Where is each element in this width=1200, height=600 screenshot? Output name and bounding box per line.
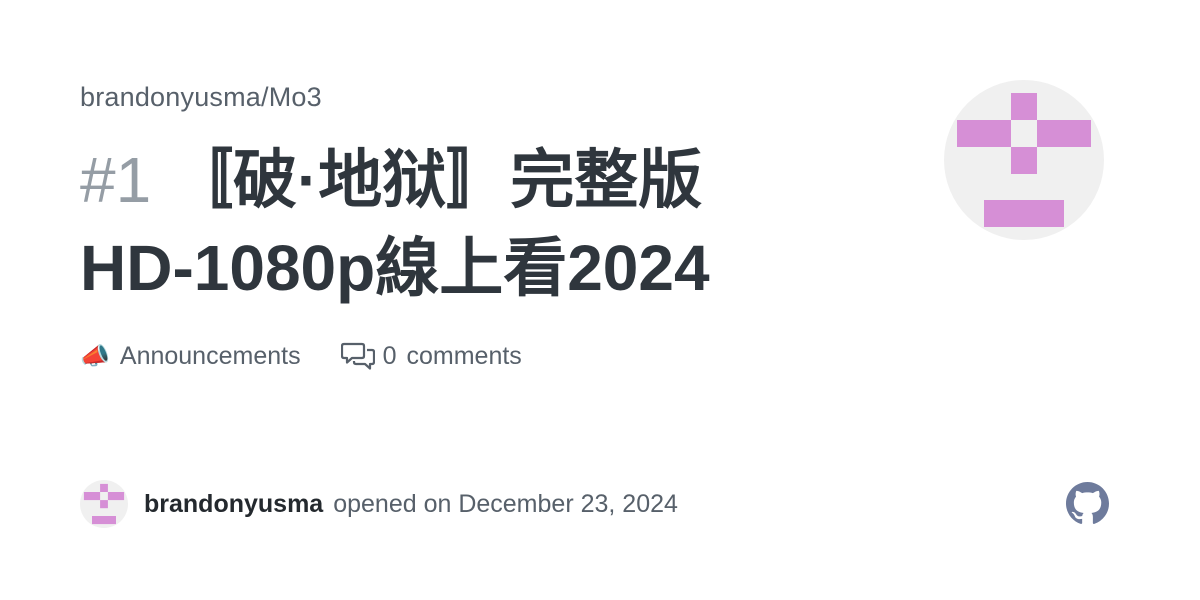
identicon-block (1011, 93, 1037, 120)
comment-discussion-icon (340, 342, 375, 370)
identicon-block (100, 483, 108, 492)
identicon-small (83, 483, 125, 525)
issue-number: #1 (80, 144, 152, 216)
identicon-block (83, 492, 101, 501)
identicon-block (107, 492, 125, 501)
identicon-block (92, 516, 116, 525)
identicon-block (100, 500, 108, 509)
issue-title: 〚破·地狱〛完整版 HD-1080p線上看2024 (80, 144, 710, 304)
github-logo-icon[interactable] (1066, 482, 1109, 525)
category-label[interactable]: 📣 Announcements (80, 342, 301, 371)
identicon-large (957, 93, 1091, 227)
megaphone-icon: 📣 (80, 342, 110, 370)
comments-label: comments (406, 341, 522, 370)
opened-date: opened on December 23, 2024 (333, 489, 678, 518)
comments-count[interactable]: 0 comments (340, 341, 522, 371)
author-avatar-small[interactable] (80, 480, 128, 528)
issue-heading: #1 〚破·地狱〛完整版 HD-1080p線上看2024 (80, 136, 820, 312)
issue-footer: brandonyusma opened on December 23, 2024 (80, 480, 678, 528)
identicon-block (984, 200, 1064, 227)
category-name: Announcements (119, 341, 301, 370)
author-avatar-large (944, 80, 1104, 240)
identicon-block (957, 120, 1011, 147)
author-name[interactable]: brandonyusma (144, 490, 323, 519)
social-preview-card: brandonyusma/Mo3 #1 〚破·地狱〛完整版 HD-1080p線上… (0, 0, 1200, 600)
comment-count: 0 (382, 341, 397, 370)
identicon-block (1037, 120, 1091, 147)
issue-meta: 📣 Announcements 0 comments (80, 338, 522, 374)
repo-path[interactable]: brandonyusma/Mo3 (80, 82, 322, 113)
identicon-block (1011, 147, 1037, 174)
